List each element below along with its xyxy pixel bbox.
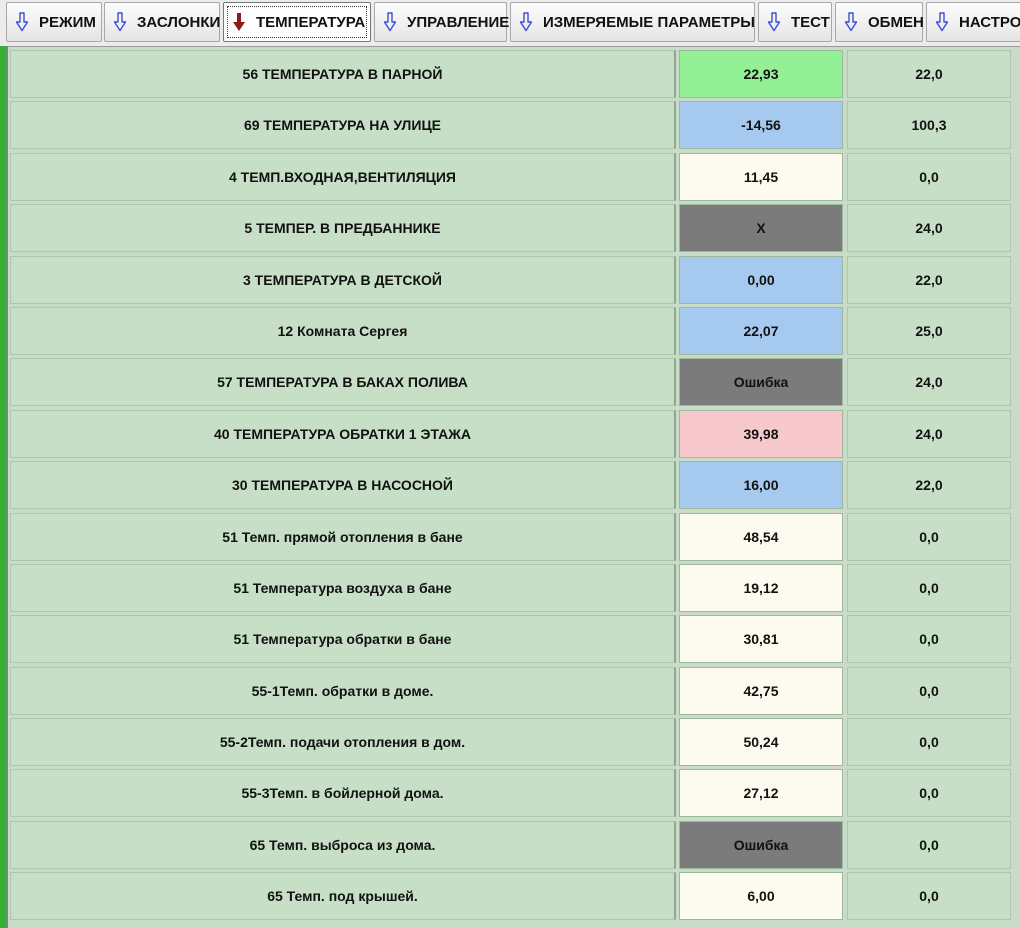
sensor-value[interactable]: 48,54 <box>679 512 843 561</box>
sensor-value[interactable]: -14,56 <box>679 101 843 150</box>
sensor-value[interactable]: Ошибка <box>679 820 843 869</box>
tab-label: ОБМЕН <box>868 13 924 31</box>
table-row: 56 ТЕМПЕРАТУРА В ПАРНОЙ 22,93 22,0 <box>10 50 1020 101</box>
table-row: 55-2Темп. подачи отопления в дом. 50,24 0,… <box>10 718 1020 769</box>
setpoint-value[interactable]: 24,0 <box>847 409 1011 458</box>
tab-label: УПРАВЛЕНИЕ <box>407 13 510 31</box>
setpoint-value[interactable]: 0,0 <box>847 872 1011 921</box>
sensor-name: 55-1Темп. обратки в доме. <box>10 666 676 715</box>
arrow-down-icon <box>15 12 29 32</box>
arrow-down-icon <box>767 12 781 32</box>
table-row: 65 Темп. под крышей. 6,00 0,0 <box>10 872 1020 923</box>
sensor-name: 69 ТЕМПЕРАТУРА НА УЛИЦЕ <box>10 101 676 150</box>
tab-bar: РЕЖИМ ЗАСЛОНКИ ТЕМПЕРАТУРА УПРАВЛЕНИЕ ИЗ… <box>0 0 1020 47</box>
tab-izmeryaemye-parametry[interactable]: ИЗМЕРЯЕМЫЕ ПАРАМЕТРЫ <box>510 2 755 42</box>
sensor-value[interactable]: 30,81 <box>679 615 843 664</box>
tab-label: ИЗМЕРЯЕМЫЕ ПАРАМЕТРЫ <box>543 13 755 31</box>
tab-label: ЗАСЛОНКИ <box>137 13 221 31</box>
table-row: 40 ТЕМПЕРАТУРА ОБРАТКИ 1 ЭТАЖА 39,98 24,0 <box>10 409 1020 461</box>
setpoint-value[interactable]: 0,0 <box>847 563 1011 612</box>
table-row: 65 Темп. выброса из дома. Ошибка 0,0 <box>10 820 1020 872</box>
sensor-name: 30 ТЕМПЕРАТУРА В НАСОСНОЙ <box>10 461 676 510</box>
table-row: 30 ТЕМПЕРАТУРА В НАСОСНОЙ 16,00 22,0 <box>10 461 1020 512</box>
sensor-value[interactable]: 16,00 <box>679 461 843 510</box>
tab-zaslonki[interactable]: ЗАСЛОНКИ <box>104 2 220 42</box>
sensor-value[interactable]: 27,12 <box>679 769 843 818</box>
sensor-value[interactable]: 42,75 <box>679 666 843 715</box>
table-row: 57 ТЕМПЕРАТУРА В БАКАХ ПОЛИВА Ошибка 24,0 <box>10 358 1020 409</box>
setpoint-value[interactable]: 0,0 <box>847 820 1011 869</box>
sensor-value[interactable]: 39,98 <box>679 409 843 458</box>
setpoint-value[interactable]: 0,0 <box>847 769 1011 818</box>
setpoint-value[interactable]: 22,0 <box>847 255 1011 304</box>
table-row: 69 ТЕМПЕРАТУРА НА УЛИЦЕ -14,56 100,3 <box>10 101 1020 152</box>
sensor-name: 51 Темп. прямой отопления в бане <box>10 512 676 561</box>
arrow-down-icon <box>113 12 127 32</box>
table-row: 5 ТЕМПЕР. В ПРЕДБАННИКЕ X 24,0 <box>10 204 1020 255</box>
setpoint-value[interactable]: 0,0 <box>847 615 1011 664</box>
tab-label: РЕЖИМ <box>39 13 96 31</box>
tab-rezhim[interactable]: РЕЖИМ <box>6 2 102 42</box>
sensor-value[interactable]: 22,93 <box>679 50 843 98</box>
arrow-down-icon <box>844 12 858 32</box>
sensor-name: 55-2Темп. подачи отопления в дом. <box>10 718 676 767</box>
sensor-name: 65 Темп. выброса из дома. <box>10 820 676 869</box>
tab-label: ТЕМПЕРАТУРА <box>256 13 366 31</box>
table-row: 12 Комната Сергея 22,07 25,0 <box>10 306 1020 358</box>
table-row: 4 ТЕМП.ВХОДНАЯ,ВЕНТИЛЯЦИЯ 11,45 0,0 <box>10 152 1020 204</box>
setpoint-value[interactable]: 0,0 <box>847 152 1011 201</box>
left-status-strip <box>0 46 8 928</box>
setpoint-value[interactable]: 100,3 <box>847 101 1011 150</box>
tab-test[interactable]: ТЕСТ <box>758 2 832 42</box>
sensor-name: 51 Температура воздуха в бане <box>10 563 676 612</box>
tab-obmen[interactable]: ОБМЕН <box>835 2 924 42</box>
setpoint-value[interactable]: 0,0 <box>847 666 1011 715</box>
setpoint-value[interactable]: 24,0 <box>847 358 1011 407</box>
temperature-table: 56 ТЕМПЕРАТУРА В ПАРНОЙ 22,93 22,0 69 ТЕМПЕ… <box>10 50 1020 924</box>
table-row: 51 Температура воздуха в бане 19,12 0,0 <box>10 563 1020 615</box>
arrow-down-icon <box>383 12 397 32</box>
arrow-down-icon <box>935 12 949 32</box>
arrow-down-filled-icon <box>232 12 246 32</box>
setpoint-value[interactable]: 24,0 <box>847 204 1011 253</box>
sensor-name: 12 Комната Сергея <box>10 306 676 355</box>
sensor-name: 55-3Темп. в бойлерной дома. <box>10 769 676 818</box>
tab-upravlenie[interactable]: УПРАВЛЕНИЕ <box>374 2 510 42</box>
sensor-value[interactable]: Ошибка <box>679 358 843 407</box>
table-row: 51 Темп. прямой отопления в бане 48,54 0,0 <box>10 512 1020 564</box>
setpoint-value[interactable]: 0,0 <box>847 512 1011 561</box>
sensor-name: 4 ТЕМП.ВХОДНАЯ,ВЕНТИЛЯЦИЯ <box>10 152 676 201</box>
tab-temperatura[interactable]: ТЕМПЕРАТУРА <box>223 2 371 42</box>
sensor-name: 51 Температура обратки в бане <box>10 615 676 664</box>
sensor-value[interactable]: 22,07 <box>679 306 843 355</box>
tab-label: НАСТРО <box>959 13 1020 31</box>
sensor-name: 65 Темп. под крышей. <box>10 872 676 921</box>
table-row: 3 ТЕМПЕРАТУРА В ДЕТСКОЙ 0,00 22,0 <box>10 255 1020 307</box>
sensor-value[interactable]: 0,00 <box>679 255 843 304</box>
sensor-name: 56 ТЕМПЕРАТУРА В ПАРНОЙ <box>10 50 676 98</box>
sensor-name: 5 ТЕМПЕР. В ПРЕДБАННИКЕ <box>10 204 676 253</box>
sensor-name: 40 ТЕМПЕРАТУРА ОБРАТКИ 1 ЭТАЖА <box>10 409 676 458</box>
setpoint-value[interactable]: 0,0 <box>847 718 1011 767</box>
sensor-value[interactable]: 19,12 <box>679 563 843 612</box>
sensor-name: 3 ТЕМПЕРАТУРА В ДЕТСКОЙ <box>10 255 676 304</box>
setpoint-value[interactable]: 22,0 <box>847 461 1011 510</box>
arrow-down-icon <box>519 12 533 32</box>
sensor-value[interactable]: 11,45 <box>679 152 843 201</box>
sensor-value[interactable]: 50,24 <box>679 718 843 767</box>
sensor-value[interactable]: X <box>679 204 843 253</box>
sensor-value[interactable]: 6,00 <box>679 872 843 921</box>
sensor-name: 57 ТЕМПЕРАТУРА В БАКАХ ПОЛИВА <box>10 358 676 407</box>
table-row: 55-3Темп. в бойлерной дома. 27,12 0,0 <box>10 769 1020 820</box>
table-row: 55-1Темп. обратки в доме. 42,75 0,0 <box>10 666 1020 718</box>
setpoint-value[interactable]: 25,0 <box>847 306 1011 355</box>
setpoint-value[interactable]: 22,0 <box>847 50 1011 98</box>
table-row: 51 Температура обратки в бане 30,81 0,0 <box>10 615 1020 666</box>
tab-nastroyki[interactable]: НАСТРО <box>926 2 1020 42</box>
tab-label: ТЕСТ <box>791 13 830 31</box>
